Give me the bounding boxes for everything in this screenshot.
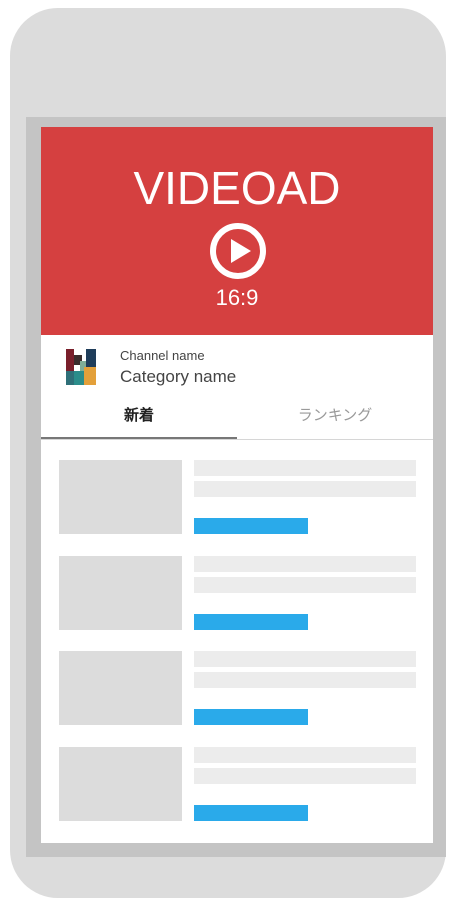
thumbnail-placeholder	[59, 460, 182, 534]
ad-aspect-ratio: 16:9	[215, 285, 259, 310]
subtitle-placeholder	[194, 481, 416, 497]
tab-bar: 新着 ランキング	[41, 393, 433, 440]
title-placeholder	[194, 460, 416, 476]
accent-bar	[194, 518, 308, 534]
list-item[interactable]	[41, 651, 433, 727]
list-item[interactable]	[41, 556, 433, 632]
tab-ranking[interactable]: ランキング	[237, 393, 433, 439]
channel-name: Channel name	[120, 348, 205, 363]
accent-bar	[194, 709, 308, 725]
app-screen: VIDEOAD 16:9 Channel name Category name …	[41, 127, 433, 843]
ad-title: VIDEOAD	[133, 162, 341, 214]
list-item[interactable]	[41, 460, 433, 536]
list-item[interactable]	[41, 747, 433, 823]
channel-header[interactable]: Channel name Category name	[41, 335, 433, 393]
title-placeholder	[194, 747, 416, 763]
accent-bar	[194, 805, 308, 821]
channel-logo-icon	[66, 349, 96, 385]
title-placeholder	[194, 651, 416, 667]
subtitle-placeholder	[194, 768, 416, 784]
title-placeholder	[194, 556, 416, 572]
thumbnail-placeholder	[59, 651, 182, 725]
subtitle-placeholder	[194, 672, 416, 688]
play-circle-icon[interactable]	[209, 222, 267, 280]
thumbnail-placeholder	[59, 747, 182, 821]
thumbnail-placeholder	[59, 556, 182, 630]
tab-new[interactable]: 新着	[41, 393, 237, 439]
category-name: Category name	[120, 367, 237, 386]
accent-bar	[194, 614, 308, 630]
subtitle-placeholder	[194, 577, 416, 593]
video-ad[interactable]: VIDEOAD 16:9	[41, 127, 433, 335]
